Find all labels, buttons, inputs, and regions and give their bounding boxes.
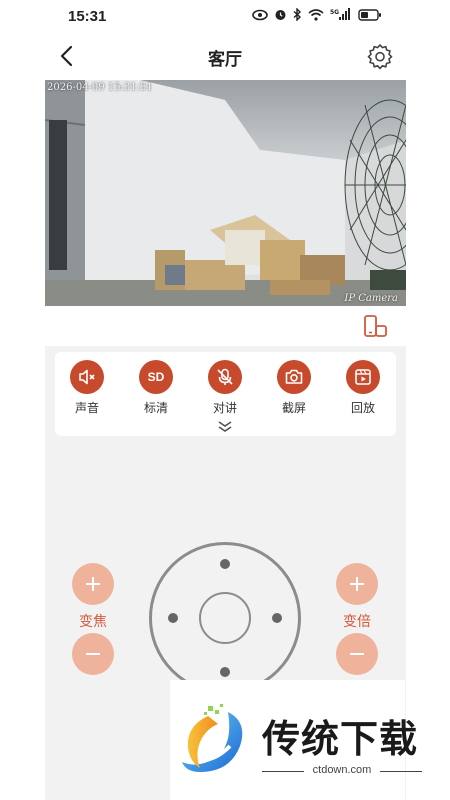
speaker-mute-icon (70, 360, 104, 394)
chevron-double-down-icon (218, 421, 232, 432)
status-bar: 15:31 5G (0, 0, 450, 34)
sound-label: 声音 (74, 401, 99, 415)
playback-label: 回放 (350, 401, 375, 415)
pan-left-button[interactable] (168, 613, 178, 623)
top-navigation-bar: 客厅 (0, 36, 450, 76)
pan-right-button[interactable] (272, 613, 282, 623)
signal-type-label: 5G (330, 9, 339, 16)
minus-icon (350, 653, 364, 655)
pan-down-button[interactable] (220, 667, 230, 677)
sd-badge-text: SD (147, 370, 165, 384)
gear-icon (367, 44, 393, 70)
zoom-minus-button[interactable] (336, 633, 378, 675)
ptz-center-button[interactable] (199, 592, 251, 644)
sound-button[interactable]: 声音 (62, 360, 112, 416)
video-frame (45, 80, 406, 306)
zoom-plus-button[interactable] (336, 563, 378, 605)
minus-icon (86, 653, 100, 655)
fullscreen-rotate-button[interactable] (362, 314, 388, 340)
plus-icon (86, 577, 100, 591)
intercom-button[interactable]: 对讲 (200, 360, 250, 416)
screenshot-button[interactable]: 截屏 (269, 360, 319, 416)
settings-button[interactable] (366, 42, 394, 70)
alarm-icon (274, 8, 287, 21)
plus-icon (350, 577, 364, 591)
camera-icon (277, 360, 311, 394)
focus-plus-button[interactable] (72, 563, 114, 605)
camera-name-label: IP Camera (344, 293, 398, 304)
video-timestamp: 2026-04-09 15:31:51 (47, 82, 153, 93)
screenshot-label: 截屏 (281, 401, 306, 415)
playback-button[interactable]: 回放 (338, 360, 388, 416)
quality-button[interactable]: SD 标清 (131, 360, 181, 416)
eye-icon (252, 9, 268, 21)
playback-icon (346, 360, 380, 394)
watermark-line-right (380, 771, 422, 772)
expand-toolbar-button[interactable] (216, 420, 234, 434)
focus-label: 变焦 (79, 613, 107, 629)
status-icons: 5G (252, 8, 382, 21)
phone-rotate-icon (364, 315, 387, 337)
sd-quality-icon: SD (139, 360, 173, 394)
site-watermark: 传统下载 ctdown.com (170, 680, 422, 800)
camera-video-feed[interactable]: 2026-04-09 15:31:51 IP Camera (45, 80, 406, 306)
watermark-brand: 传统下载 (262, 717, 419, 761)
microphone-off-icon (208, 360, 242, 394)
pan-up-button[interactable] (220, 559, 230, 569)
watermark-domain: ctdown.com (312, 764, 372, 776)
status-time: 15:31 (68, 8, 107, 25)
zoom-label: 变倍 (343, 613, 371, 629)
intercom-label: 对讲 (212, 401, 237, 415)
battery-icon (358, 8, 382, 21)
wifi-icon (308, 8, 324, 21)
5g-signal-icon: 5G (330, 8, 352, 21)
quality-label: 标清 (143, 401, 168, 415)
ctdown-logo (182, 704, 243, 772)
bluetooth-icon (293, 8, 302, 21)
ptz-direction-pad[interactable] (149, 542, 301, 694)
focus-minus-button[interactable] (72, 633, 114, 675)
